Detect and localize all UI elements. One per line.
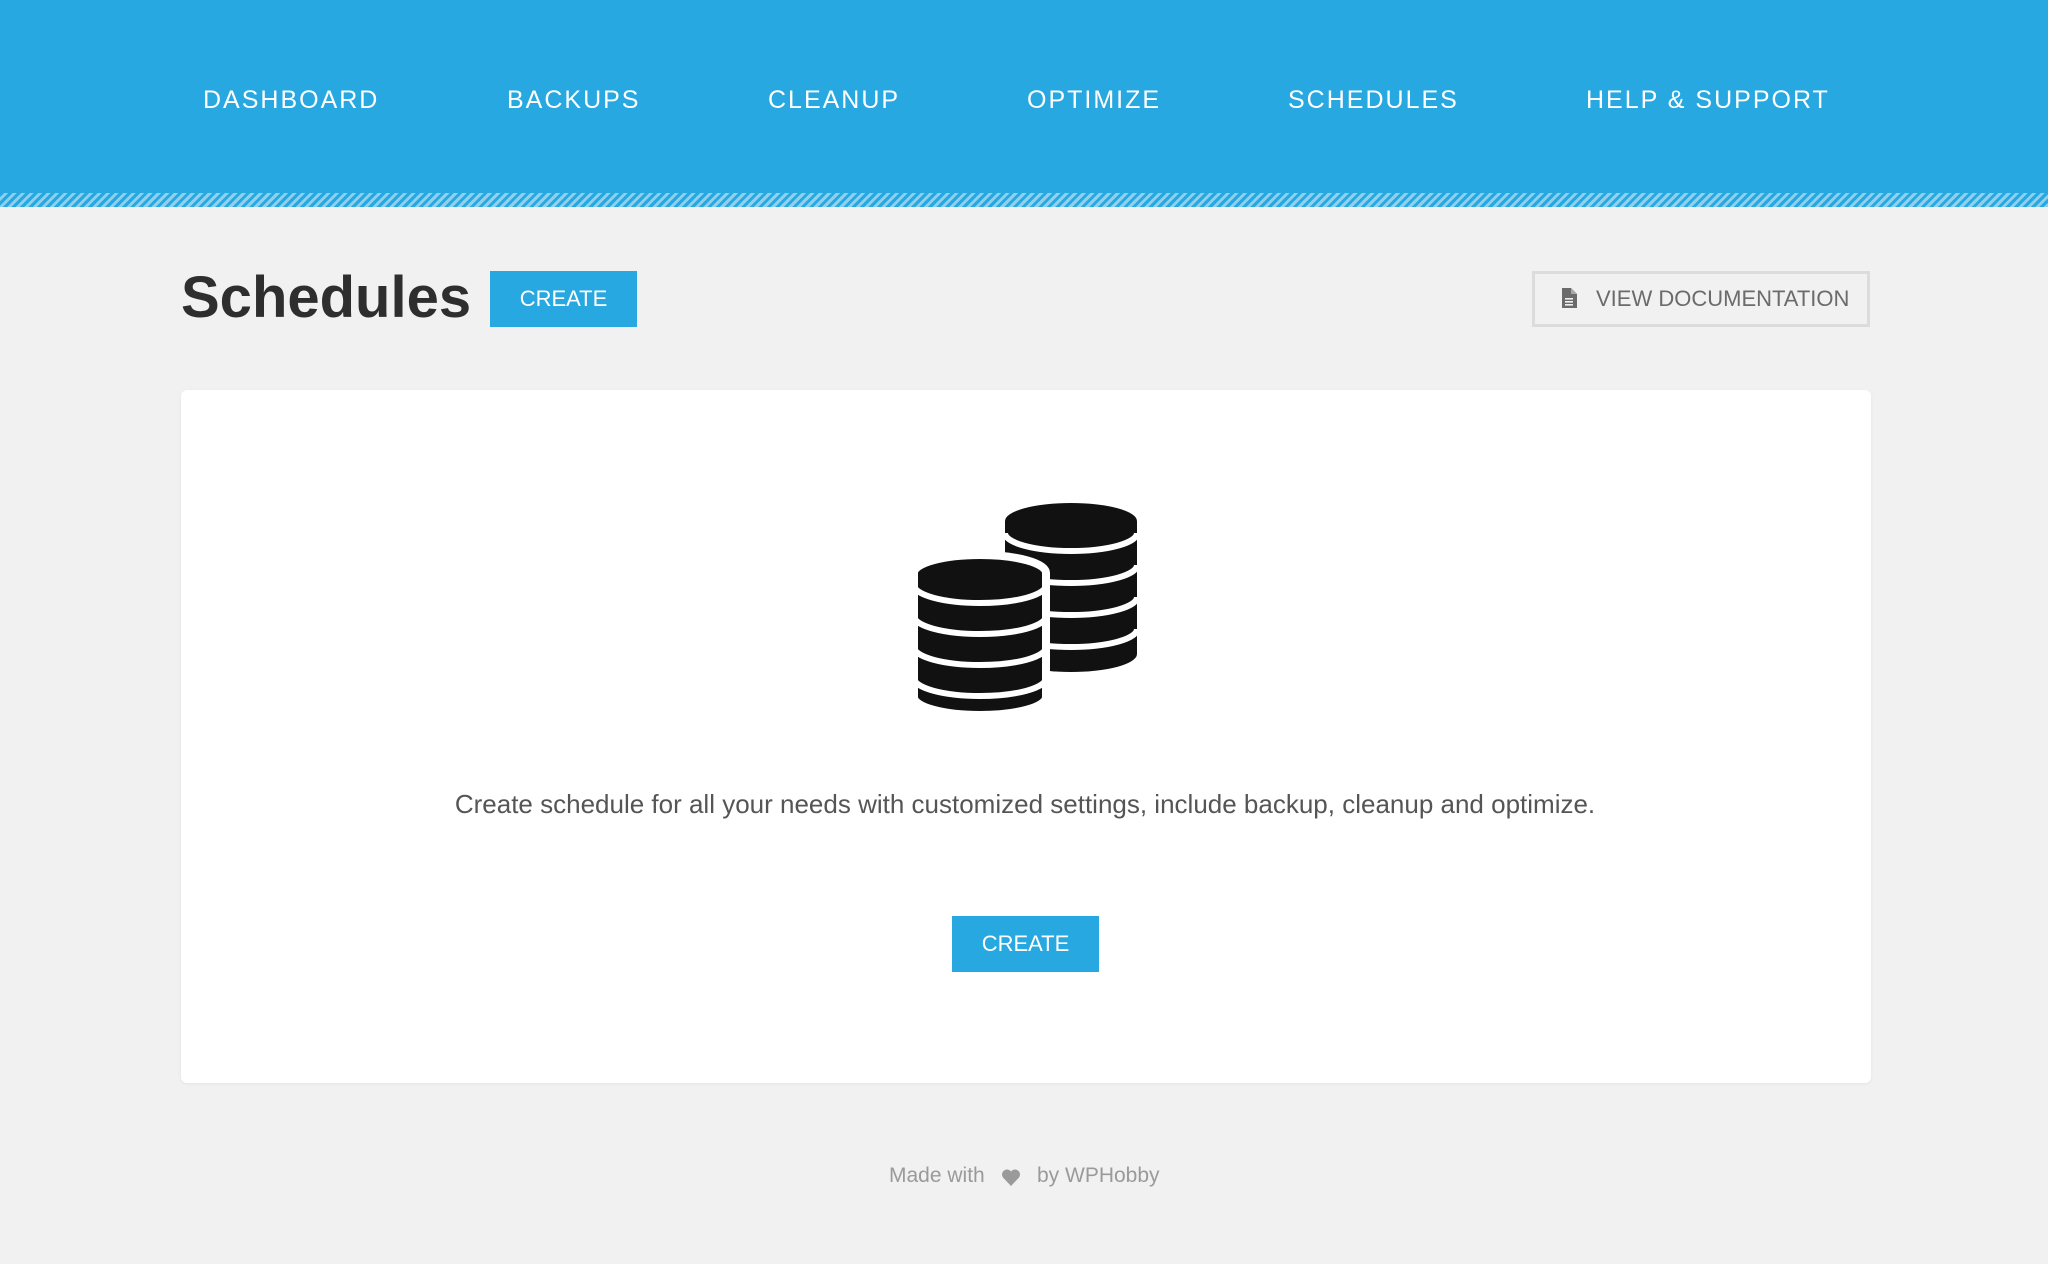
nav-item-schedules[interactable]: SCHEDULES [1288,80,1459,120]
view-documentation-button[interactable]: VIEW DOCUMENTATION [1532,271,1870,327]
nav-item-optimize[interactable]: OPTIMIZE [1027,80,1161,120]
footer-by-wphobby[interactable]: by WPHobby [1037,1160,1160,1192]
nav-item-backups[interactable]: BACKUPS [507,80,640,120]
empty-state-card [181,390,1871,1083]
nav-item-cleanup[interactable]: CLEANUP [768,80,900,120]
topbar-stripe-divider [0,193,2048,207]
nav-item-help-support[interactable]: HELP & SUPPORT [1586,80,1830,120]
empty-state-message: Create schedule for all your needs with … [454,789,1596,819]
main-nav: DASHBOARD BACKUPS CLEANUP OPTIMIZE SCHED… [0,80,2048,120]
footer-made-with: Made with [889,1164,985,1187]
view-documentation-label: VIEW DOCUMENTATION [1596,286,1850,311]
create-schedule-card-button[interactable]: CREATE [952,916,1099,972]
footer: Made with by WPHobby [0,1160,2048,1192]
database-icon [912,503,1138,717]
create-schedule-button[interactable]: CREATE [490,271,637,327]
document-icon [1562,288,1577,308]
page-title: Schedules [181,265,472,330]
heart-icon [1002,1169,1020,1186]
nav-item-dashboard[interactable]: DASHBOARD [203,80,379,120]
top-navigation-bar: DASHBOARD BACKUPS CLEANUP OPTIMIZE SCHED… [0,0,2048,207]
